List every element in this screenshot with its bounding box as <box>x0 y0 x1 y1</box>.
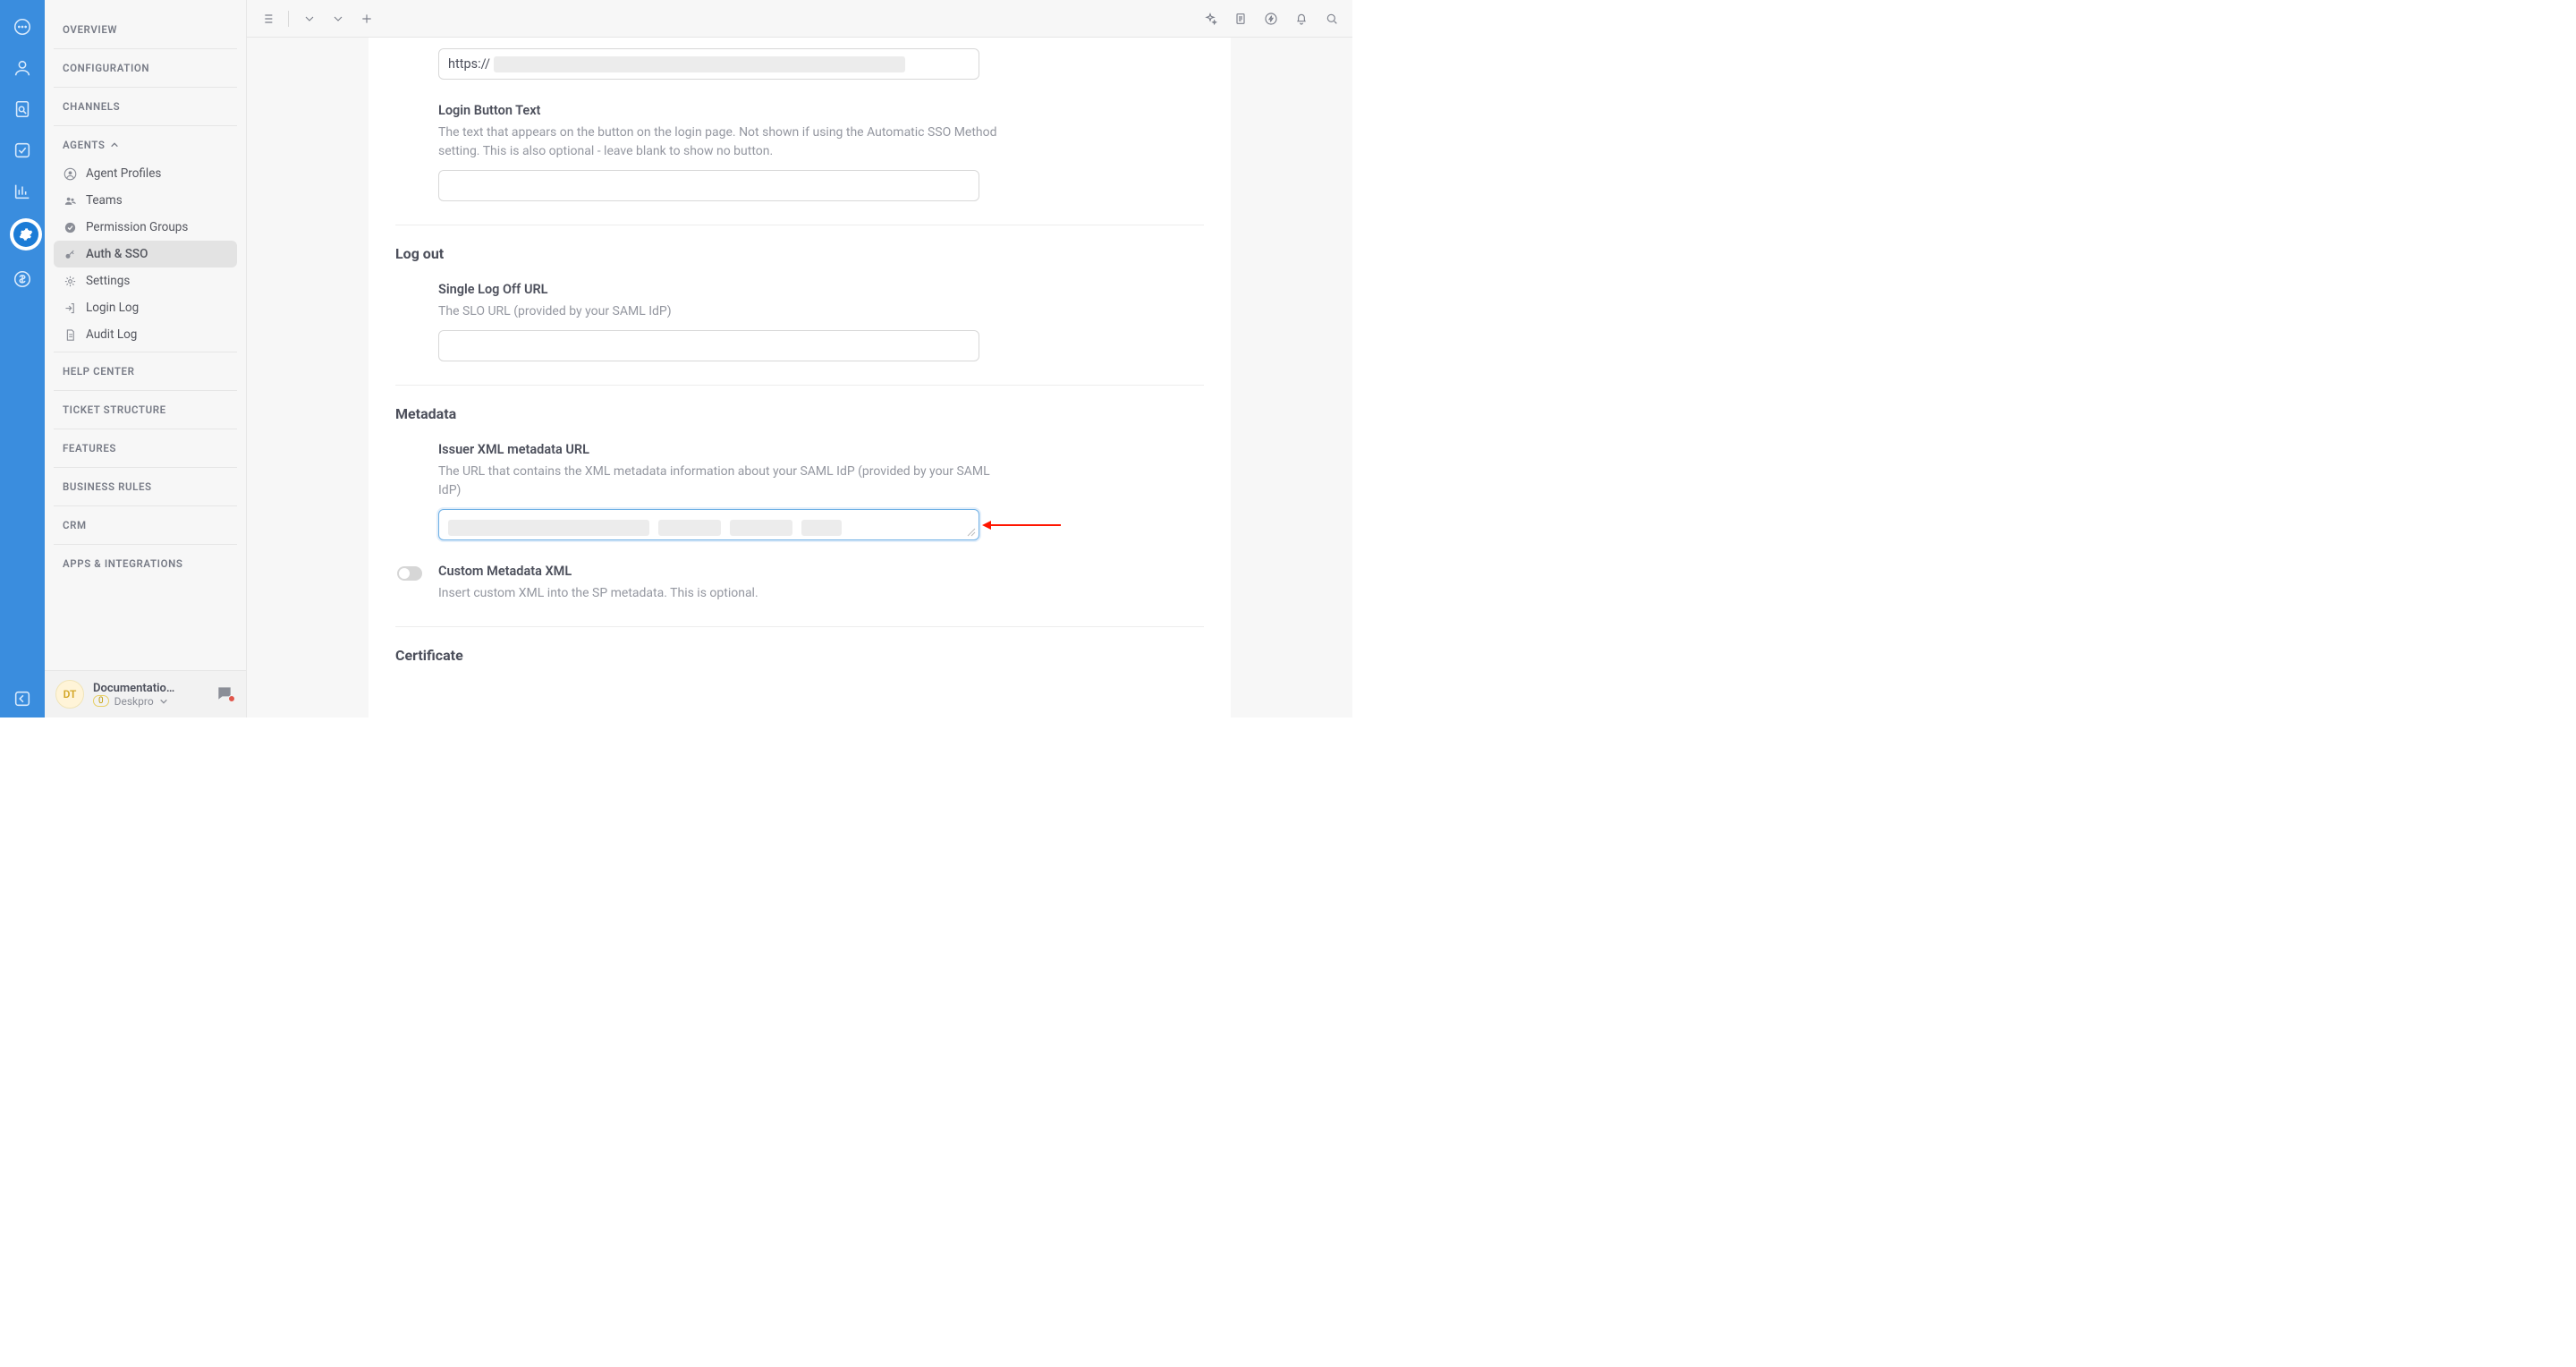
document-icon <box>63 327 77 342</box>
search-icon[interactable] <box>1324 11 1340 27</box>
unread-dot-icon <box>228 695 235 702</box>
avatar[interactable]: DT <box>55 680 84 709</box>
sidebar-item-agent-profiles[interactable]: Agent Profiles <box>54 160 237 187</box>
redacted-value <box>730 520 792 536</box>
sidebar-item-settings[interactable]: Settings <box>54 267 237 294</box>
sidebar-section-channels[interactable]: Channels <box>54 97 237 116</box>
redacted-value <box>494 56 905 72</box>
sso-url-prefix: https:// <box>448 56 490 72</box>
chevron-down-icon <box>159 697 168 706</box>
sidebar-section-business-rules[interactable]: Business Rules <box>54 477 237 497</box>
sidebar-item-auth-sso[interactable]: Auth & SSO <box>54 241 237 267</box>
sidebar-item-label: Teams <box>86 193 123 208</box>
footer-username: Documentatio… <box>93 682 207 695</box>
key-icon <box>63 247 77 261</box>
field-help-custom-metadata: Insert custom XML into the SP metadata. … <box>438 584 1007 603</box>
sidebar-section-configuration[interactable]: Configuration <box>54 58 237 78</box>
check-circle-icon <box>63 220 77 234</box>
login-button-text-input[interactable] <box>438 170 979 201</box>
sidebar-item-label: Agent Profiles <box>86 166 161 181</box>
sidebar-section-features[interactable]: Features <box>54 438 237 458</box>
topbar-separator <box>288 11 289 27</box>
redacted-value <box>658 520 721 536</box>
document-search-icon[interactable] <box>12 98 33 120</box>
messages-badge[interactable] <box>216 684 235 704</box>
custom-metadata-toggle[interactable] <box>397 566 422 581</box>
section-heading-metadata: Metadata <box>395 405 1204 422</box>
redacted-value <box>448 520 649 536</box>
checkbox-icon[interactable] <box>12 140 33 161</box>
users-icon <box>63 193 77 208</box>
main-column: https:// Login Button Text The text that… <box>247 0 1352 717</box>
slo-url-input[interactable] <box>438 330 979 361</box>
footer-workspace[interactable]: 0 Deskpro <box>93 695 207 708</box>
billing-icon[interactable] <box>12 268 33 290</box>
chat-bubble-icon[interactable] <box>12 16 33 38</box>
sidebar-section-overview[interactable]: Overview <box>54 20 237 39</box>
sidebar-section-crm[interactable]: CRM <box>54 515 237 535</box>
sidebar-item-label: Auth & SSO <box>86 247 148 261</box>
sidebar-item-label: Settings <box>86 274 130 288</box>
sidebar-item-permission-groups[interactable]: Permission Groups <box>54 214 237 241</box>
sidebar-section-agents-label: Agents <box>63 139 105 151</box>
settings-sidebar: Overview Configuration Channels Agents A… <box>45 0 247 717</box>
sparkle-icon[interactable] <box>1202 11 1218 27</box>
sso-url-input[interactable]: https:// <box>438 48 979 80</box>
section-heading-logout: Log out <box>395 245 1204 262</box>
field-label-login-button-text: Login Button Text <box>438 103 1007 118</box>
field-label-custom-metadata: Custom Metadata XML <box>438 564 1007 579</box>
chart-icon[interactable] <box>12 181 33 202</box>
sidebar-item-label: Audit Log <box>86 327 137 342</box>
chevron-up-icon <box>110 140 119 149</box>
page-icon[interactable] <box>1233 11 1249 27</box>
footer-workspace-name: Deskpro <box>114 695 154 708</box>
sidebar-footer: DT Documentatio… 0 Deskpro <box>45 670 246 717</box>
sidebar-section-agents[interactable]: Agents <box>54 135 237 155</box>
sidebar-section-ticket-structure[interactable]: Ticket Structure <box>54 400 237 420</box>
collapse-rail-icon[interactable] <box>12 696 33 717</box>
settings-card: https:// Login Button Text The text that… <box>369 38 1231 717</box>
settings-rail-active[interactable] <box>10 218 42 250</box>
sidebar-section-apps-integrations[interactable]: Apps & Integrations <box>54 554 237 573</box>
chevron-down-dropdown-icon[interactable] <box>301 11 318 27</box>
sidebar-section-help-center[interactable]: Help Center <box>54 361 237 381</box>
field-help-login-button-text: The text that appears on the button on t… <box>438 123 1007 161</box>
bolt-circle-icon[interactable] <box>1263 11 1279 27</box>
section-heading-certificate: Certificate <box>395 647 1204 664</box>
chevron-down-icon[interactable] <box>330 11 346 27</box>
icon-rail <box>0 0 45 717</box>
user-circle-icon <box>63 166 77 181</box>
divider <box>395 385 1204 386</box>
gear-icon <box>19 227 33 242</box>
redacted-value <box>801 520 842 536</box>
field-help-slo-url: The SLO URL (provided by your SAML IdP) <box>438 302 1007 321</box>
content-scroll[interactable]: https:// Login Button Text The text that… <box>247 38 1352 717</box>
sidebar-item-teams[interactable]: Teams <box>54 187 237 214</box>
bell-icon[interactable] <box>1293 11 1309 27</box>
topbar <box>247 0 1352 38</box>
sidebar-item-label: Login Log <box>86 301 139 315</box>
sidebar-item-login-log[interactable]: Login Log <box>54 294 237 321</box>
sidebar-item-label: Permission Groups <box>86 220 188 234</box>
field-help-issuer-xml: The URL that contains the XML metadata i… <box>438 463 1007 500</box>
resize-handle-icon[interactable] <box>967 528 976 537</box>
divider <box>395 626 1204 627</box>
gear-small-icon <box>63 274 77 288</box>
user-icon[interactable] <box>12 57 33 79</box>
plus-icon[interactable] <box>359 11 375 27</box>
annotation-arrow-icon <box>989 524 1061 526</box>
footer-pill: 0 <box>93 695 109 707</box>
field-label-slo-url: Single Log Off URL <box>438 282 1007 297</box>
field-label-issuer-xml: Issuer XML metadata URL <box>438 442 1007 457</box>
issuer-xml-input[interactable] <box>438 509 979 540</box>
list-view-icon[interactable] <box>259 11 275 27</box>
login-icon <box>63 301 77 315</box>
sidebar-item-audit-log[interactable]: Audit Log <box>54 321 237 348</box>
